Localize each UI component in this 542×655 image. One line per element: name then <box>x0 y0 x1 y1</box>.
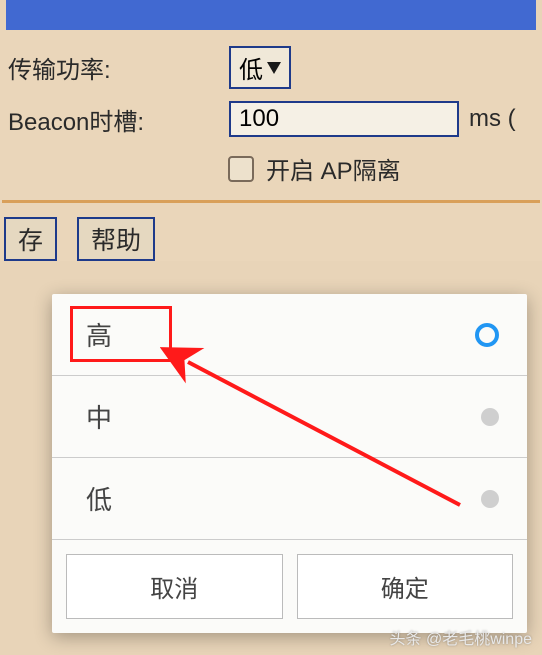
beacon-unit: ms ( <box>469 105 516 133</box>
option-low[interactable]: 低 <box>52 458 527 540</box>
option-high[interactable]: 高 <box>52 294 527 376</box>
ap-isolate-row: 开启 AP隔离 <box>0 143 542 200</box>
window-titlebar <box>6 0 536 30</box>
confirm-button[interactable]: 确定 <box>297 554 514 619</box>
radio-selected-icon <box>475 323 499 347</box>
tx-power-label: 传输功率: <box>4 50 229 85</box>
ap-isolate-label: 开启 AP隔离 <box>266 151 401 186</box>
radio-unselected-icon <box>481 490 499 508</box>
option-medium-label: 中 <box>86 398 112 435</box>
radio-unselected-icon <box>481 408 499 426</box>
option-medium[interactable]: 中 <box>52 376 527 458</box>
beacon-row: Beacon时槽: 100 ms ( <box>0 95 542 143</box>
settings-form: 传输功率: 低 Beacon时槽: 100 ms ( 开启 AP隔离 存 帮助 <box>0 30 542 261</box>
save-button[interactable]: 存 <box>4 217 57 261</box>
cancel-button[interactable]: 取消 <box>66 554 283 619</box>
ap-isolate-checkbox[interactable] <box>228 156 254 182</box>
beacon-input[interactable]: 100 <box>229 101 459 137</box>
option-low-label: 低 <box>86 480 112 517</box>
section-divider <box>2 200 540 203</box>
tx-power-popup: 高 中 低 取消 确定 <box>52 294 527 633</box>
tx-power-value: 低 <box>239 50 263 85</box>
tx-power-row: 传输功率: 低 <box>0 40 542 95</box>
action-buttons: 存 帮助 <box>0 217 542 261</box>
watermark: 头条 @老毛桃winpe <box>390 625 533 649</box>
popup-button-row: 取消 确定 <box>52 540 527 633</box>
tx-power-select[interactable]: 低 <box>229 46 291 89</box>
chevron-down-icon <box>267 62 281 74</box>
option-high-label: 高 <box>86 316 112 353</box>
help-button[interactable]: 帮助 <box>77 217 155 261</box>
beacon-label: Beacon时槽: <box>4 102 229 137</box>
